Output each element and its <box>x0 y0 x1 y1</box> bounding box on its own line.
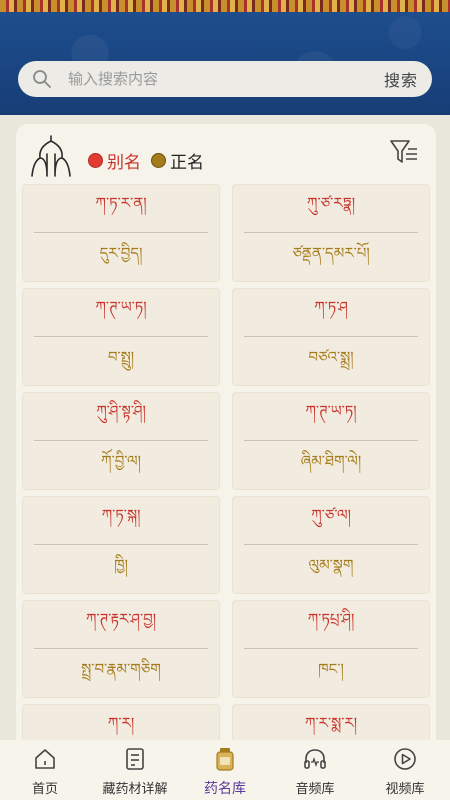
play-circle-icon <box>394 748 416 770</box>
tab-video-label: 视频库 <box>385 782 425 797</box>
tab-medicine-names-label: 药名库 <box>204 781 246 797</box>
medicine-card[interactable]: ཀ་ཏ་ཤ བཙའ་སྨྲ། <box>232 288 430 386</box>
medicine-proper-name: ཁང་། <box>318 659 344 678</box>
medicine-proper-name: ལུམ་སྣག <box>308 555 354 574</box>
medicine-proper-name: ཙནྡན་དམར་པོ། <box>292 243 370 262</box>
medicine-card[interactable]: ཀུ་ཤི་སྟ་ཤི། ཀོ་བྱི་ལ། <box>22 392 220 490</box>
search-bar[interactable]: 搜索 <box>18 61 432 97</box>
medicine-alias: ཀ་ཊ་རྟར་ཤ་བྱ། <box>85 610 157 628</box>
medicine-proper-name: ཞིམ་ཐིག་ལེ། <box>300 451 362 470</box>
medicine-proper-name: དུར་བྱིད། <box>99 243 143 262</box>
red-dot-icon <box>88 153 103 168</box>
legend-proper: 正名 <box>151 148 204 173</box>
medicine-card[interactable]: ཀུ་ཙ་ལ། ལུམ་སྣག <box>232 496 430 594</box>
tab-home[interactable]: 首页 <box>0 740 90 800</box>
home-icon <box>35 749 55 769</box>
medicine-proper-name: ཁྱི། <box>114 555 128 574</box>
medicine-proper-name: སྤྲ་བ་རྣམ་གཅིག <box>81 659 161 678</box>
tab-video[interactable]: 视频库 <box>360 740 450 800</box>
medicine-card[interactable]: ཀ་ཊ་ཡ་ཏ། བ་སྤྲུ། <box>22 288 220 386</box>
gold-dot-icon <box>151 153 166 168</box>
medicine-card[interactable]: ཀ་ཊ་ཡ་ཏ། ཞིམ་ཐིག་ལེ། <box>232 392 430 490</box>
medicine-jar-icon <box>216 748 234 771</box>
tab-audio-label: 音频库 <box>295 782 335 797</box>
tab-audio[interactable]: 音频库 <box>270 740 360 800</box>
legend: 别名 正名 <box>88 148 214 173</box>
medicine-proper-name: བཙའ་སྨྲ། <box>308 347 354 366</box>
medicine-card[interactable]: ཀུ་ཙ་རཏྣ། ཙནྡན་དམར་པོ། <box>232 184 430 282</box>
medicine-alias: ཀ་ཏ་ར་ན། <box>95 194 147 212</box>
filter-icon[interactable] <box>388 136 420 168</box>
legend-proper-label: 正名 <box>170 153 204 173</box>
legend-alias: 别名 <box>88 148 141 173</box>
panel-header: 别名 正名 <box>16 124 436 184</box>
medicine-alias: ཀ་ཏཔྲ་ཤི། <box>307 610 355 628</box>
tab-home-label: 首页 <box>31 782 58 797</box>
medicine-name-panel: 别名 正名 ཀ་ཏ་ར་ན། དུར་བྱིད། ཀུ་ཙ་རཏྣ། ཙནྡན་དམར… <box>16 124 436 800</box>
tab-herb-details[interactable]: 藏药材详解 <box>90 740 180 800</box>
medicine-card[interactable]: ཀ་ཊ་རྟར་ཤ་བྱ། སྤྲ་བ་རྣམ་གཅིག <box>22 600 220 698</box>
document-icon <box>126 748 144 770</box>
medicine-alias: ཀ་ཊ་ཡ་ཏ། <box>305 402 357 420</box>
headphones-icon <box>304 749 326 769</box>
medicine-alias: ཀུ་ཙ་རཏྣ། <box>306 194 356 212</box>
medicine-proper-name: ཀོ་བྱི་ལ། <box>101 451 141 470</box>
medicine-card[interactable]: ཀ་ཏ་ར་ན། དུར་བྱིད། <box>22 184 220 282</box>
bottom-tab-bar: 首页 藏药材详解 药名库 音频库 视频库 <box>0 740 450 800</box>
medicine-proper-name: བ་སྤྲུ། <box>107 347 135 366</box>
search-icon <box>33 70 51 88</box>
medicine-alias: ཀ་ཊ་ཡ་ཏ། <box>95 298 147 316</box>
tab-medicine-names[interactable]: 药名库 <box>180 740 270 800</box>
search-input[interactable] <box>66 69 384 89</box>
stupa-logo-icon <box>31 135 71 177</box>
medicine-alias: ཀུ་ཤི་སྟ་ཤི། <box>96 402 146 420</box>
medicine-alias: ཀ་ཏ་སྐ། <box>101 506 141 524</box>
legend-alias-label: 别名 <box>107 153 141 173</box>
medicine-alias: ཀུ་ཙ་ལ། <box>311 506 351 524</box>
medicine-card[interactable]: ཀ་ཏ་སྐ། ཁྱི། <box>22 496 220 594</box>
decorative-trim <box>0 0 450 12</box>
search-button[interactable]: 搜索 <box>384 67 418 91</box>
medicine-alias: ཀ་ཏ་ཤ <box>314 298 348 316</box>
tab-herb-details-label: 藏药材详解 <box>102 782 168 797</box>
header-banner <box>0 0 450 115</box>
medicine-card[interactable]: ཀ་ཏཔྲ་ཤི། ཁང་། <box>232 600 430 698</box>
